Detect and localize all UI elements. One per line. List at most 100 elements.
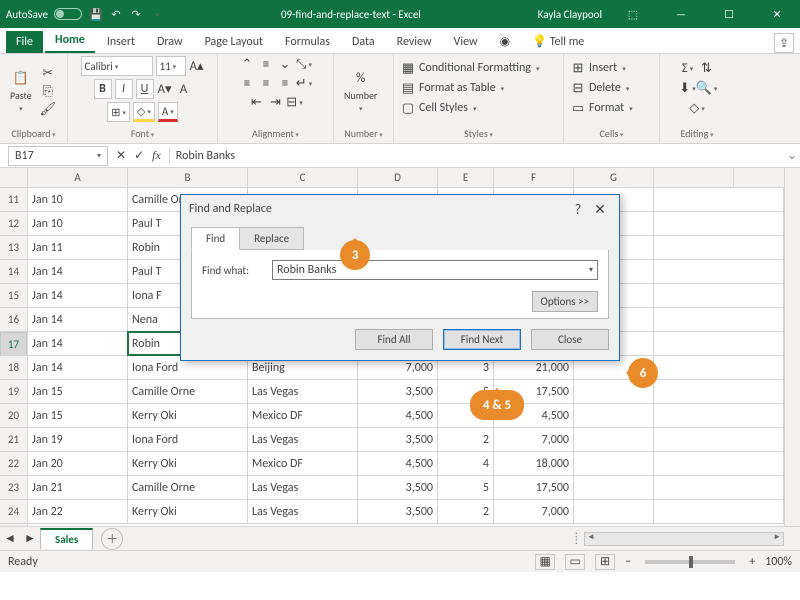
cell[interactable] (654, 452, 784, 475)
cancel-formula-icon[interactable]: ✕ (116, 148, 126, 163)
cell[interactable] (654, 188, 784, 211)
row-header[interactable]: 20 (0, 404, 27, 428)
row-header[interactable]: 24 (0, 500, 27, 524)
cell[interactable]: Jan 14 (28, 356, 128, 379)
align-top-icon[interactable]: ⌃ (239, 56, 255, 72)
col-header[interactable]: D (358, 168, 438, 187)
col-header[interactable]: B (128, 168, 248, 187)
column-headers[interactable]: ABCDEFG (28, 168, 784, 188)
cell[interactable] (654, 356, 784, 379)
cell[interactable]: Kerry Oki (128, 452, 248, 475)
tab-page-layout[interactable]: Page Layout (195, 31, 273, 53)
cell[interactable]: 7,000 (494, 428, 574, 451)
row-header[interactable]: 12 (0, 212, 27, 236)
cell[interactable]: Jan 14 (28, 260, 128, 283)
cell[interactable]: Jan 14 (28, 332, 128, 355)
qat-more-icon[interactable] (148, 6, 164, 22)
cell[interactable] (654, 404, 784, 427)
row-header[interactable]: 11 (0, 188, 27, 212)
select-all-corner[interactable] (0, 168, 28, 188)
minimize-icon[interactable]: — (664, 8, 698, 21)
tab-home[interactable]: Home (45, 29, 95, 53)
find-next-button[interactable]: Find Next (443, 329, 521, 350)
row-header[interactable]: 18 (0, 356, 27, 380)
cell[interactable] (654, 260, 784, 283)
undo-icon[interactable]: ↶ (108, 6, 124, 22)
tell-me[interactable]: 💡 Tell me (522, 30, 594, 53)
row-header[interactable]: 19 (0, 380, 27, 404)
fx-icon[interactable]: fx (152, 148, 161, 163)
cell[interactable]: 3,500 (358, 500, 438, 523)
cell[interactable] (654, 236, 784, 259)
user-name[interactable]: Kayla Claypool (538, 8, 602, 21)
tab-replace[interactable]: Replace (239, 227, 304, 250)
tab-draw[interactable]: Draw (147, 31, 193, 53)
cell[interactable]: Jan 20 (28, 452, 128, 475)
cell[interactable]: 4 (438, 452, 494, 475)
find-icon[interactable]: 🔍 (699, 80, 715, 96)
cell[interactable] (654, 428, 784, 451)
dialog-help-icon[interactable]: ? (567, 201, 589, 218)
cell[interactable]: Camille Orne (128, 380, 248, 403)
row-header[interactable]: 16 (0, 308, 27, 332)
cell[interactable]: 4,500 (358, 404, 438, 427)
cell[interactable] (574, 500, 654, 523)
cell-styles-button[interactable]: ▢Cell Styles (400, 100, 477, 116)
row-headers[interactable]: 1112131415161718192021222324 (0, 188, 28, 526)
tab-data[interactable]: Data (342, 31, 385, 53)
font-effects-icon[interactable]: A (176, 81, 192, 97)
cell[interactable] (574, 476, 654, 499)
cell[interactable]: 18,000 (494, 452, 574, 475)
row-header[interactable]: 22 (0, 452, 27, 476)
row-header[interactable]: 15 (0, 284, 27, 308)
tab-file[interactable]: File (6, 31, 43, 53)
formula-bar[interactable]: Robin Banks (169, 147, 784, 165)
cell[interactable]: Jan 19 (28, 428, 128, 451)
tab-review[interactable]: Review (387, 31, 442, 53)
insert-cells-button[interactable]: ⊞Insert (570, 60, 626, 76)
cell[interactable]: Jan 15 (28, 404, 128, 427)
orientation-icon[interactable]: ⤡ (296, 56, 312, 72)
row-header[interactable]: 14 (0, 260, 27, 284)
find-all-button[interactable]: Find All (355, 329, 433, 350)
fill-icon[interactable]: ⬇ (680, 80, 696, 96)
number-format-button[interactable]: %Number▾ (340, 71, 381, 113)
cell[interactable]: 3,500 (358, 476, 438, 499)
page-break-view-icon[interactable]: ⊞ (595, 554, 615, 570)
dialog-close-icon[interactable]: ✕ (589, 201, 611, 218)
clear-icon[interactable]: ◇ (689, 100, 705, 116)
zoom-out-icon[interactable]: − (625, 555, 631, 569)
horizontal-scrollbar[interactable] (584, 532, 784, 546)
col-header[interactable] (654, 168, 734, 187)
find-what-input[interactable]: Robin Banks▾ (272, 260, 598, 280)
row-header[interactable]: 23 (0, 476, 27, 500)
row-header[interactable]: 13 (0, 236, 27, 260)
format-cells-button[interactable]: ▭Format (570, 100, 633, 116)
format-as-table-button[interactable]: ▤Format as Table (400, 80, 504, 96)
share-icon[interactable]: ⇪ (774, 33, 794, 53)
bold-button[interactable]: B (94, 79, 112, 99)
wrap-text-icon[interactable]: ↵ (296, 75, 312, 91)
cell[interactable]: Camille Orne (128, 476, 248, 499)
tab-prev-icon[interactable]: ◄ (4, 531, 16, 546)
cell[interactable]: Las Vegas (248, 428, 358, 451)
zoom-slider[interactable] (645, 560, 735, 564)
font-color-button[interactable]: A (158, 102, 178, 122)
tab-view[interactable]: View (444, 31, 488, 53)
close-button[interactable]: Close (531, 329, 609, 350)
cell[interactable]: Jan 10 (28, 188, 128, 211)
col-header[interactable]: A (28, 168, 128, 187)
cell[interactable]: Iona Ford (128, 428, 248, 451)
save-icon[interactable]: 💾 (88, 6, 104, 22)
cell[interactable]: Jan 14 (28, 308, 128, 331)
col-header[interactable]: F (494, 168, 574, 187)
cell[interactable]: Kerry Oki (128, 404, 248, 427)
cell[interactable] (654, 212, 784, 235)
cell[interactable]: Jan 21 (28, 476, 128, 499)
underline-button[interactable]: U (136, 79, 154, 99)
cell[interactable]: Las Vegas (248, 380, 358, 403)
cell[interactable] (574, 452, 654, 475)
cell[interactable]: Mexico DF (248, 452, 358, 475)
expand-formula-icon[interactable]: ⌄ (784, 148, 800, 163)
cell[interactable]: 17,500 (494, 476, 574, 499)
